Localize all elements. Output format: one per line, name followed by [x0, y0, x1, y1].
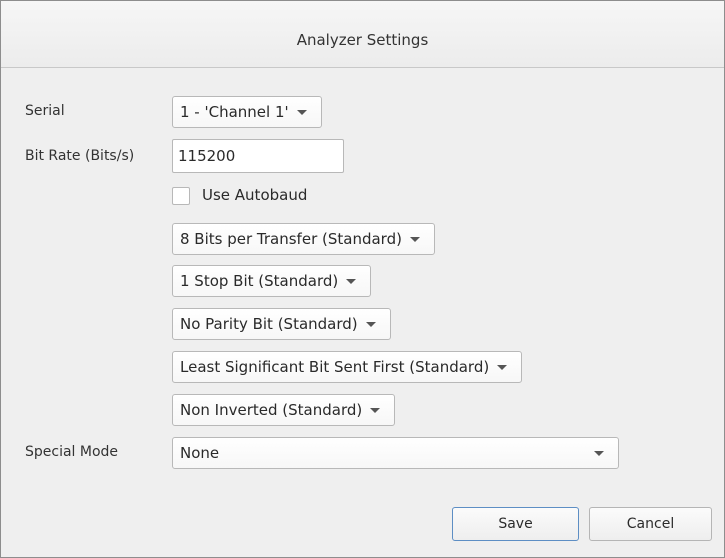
use-autobaud-checkbox[interactable] — [172, 187, 190, 205]
title-bar: Analyzer Settings — [1, 1, 724, 68]
chevron-down-icon — [346, 279, 357, 284]
serial-channel-value: 1 - 'Channel 1' — [180, 103, 289, 121]
parity-value: No Parity Bit (Standard) — [180, 315, 358, 333]
chevron-down-icon — [296, 110, 307, 115]
chevron-down-icon — [409, 237, 420, 242]
inversion-dropdown[interactable]: Non Inverted (Standard) — [172, 394, 396, 426]
special-mode-value: None — [180, 444, 220, 462]
chevron-down-icon — [365, 322, 376, 327]
parity-dropdown[interactable]: No Parity Bit (Standard) — [172, 308, 391, 340]
chevron-down-icon — [370, 408, 381, 413]
stop-bits-dropdown[interactable]: 1 Stop Bit (Standard) — [172, 265, 372, 297]
bit-order-value: Least Significant Bit Sent First (Standa… — [180, 358, 490, 376]
inversion-value: Non Inverted (Standard) — [180, 401, 363, 419]
bit-rate-input[interactable]: 115200 — [172, 139, 344, 173]
bit-order-dropdown[interactable]: Least Significant Bit Sent First (Standa… — [172, 351, 523, 383]
bit-rate-label: Bit Rate (Bits/s) — [25, 148, 135, 164]
bits-per-transfer-value: 8 Bits per Transfer (Standard) — [180, 230, 402, 248]
save-button[interactable]: Save — [452, 507, 579, 541]
chevron-down-icon — [497, 365, 508, 370]
chevron-down-icon — [594, 451, 604, 456]
serial-channel-dropdown[interactable]: 1 - 'Channel 1' — [172, 96, 322, 128]
special-mode-label: Special Mode — [25, 444, 119, 460]
cancel-button[interactable]: Cancel — [589, 507, 712, 541]
stop-bits-value: 1 Stop Bit (Standard) — [180, 272, 339, 290]
use-autobaud-label[interactable]: Use Autobaud — [202, 186, 307, 204]
serial-label: Serial — [25, 103, 65, 119]
bits-per-transfer-dropdown[interactable]: 8 Bits per Transfer (Standard) — [172, 223, 435, 255]
special-mode-dropdown[interactable]: None — [172, 437, 619, 469]
dialog-title: Analyzer Settings — [296, 31, 429, 49]
analyzer-settings-dialog: Analyzer Settings Serial 1 - 'Channel 1'… — [0, 0, 725, 558]
